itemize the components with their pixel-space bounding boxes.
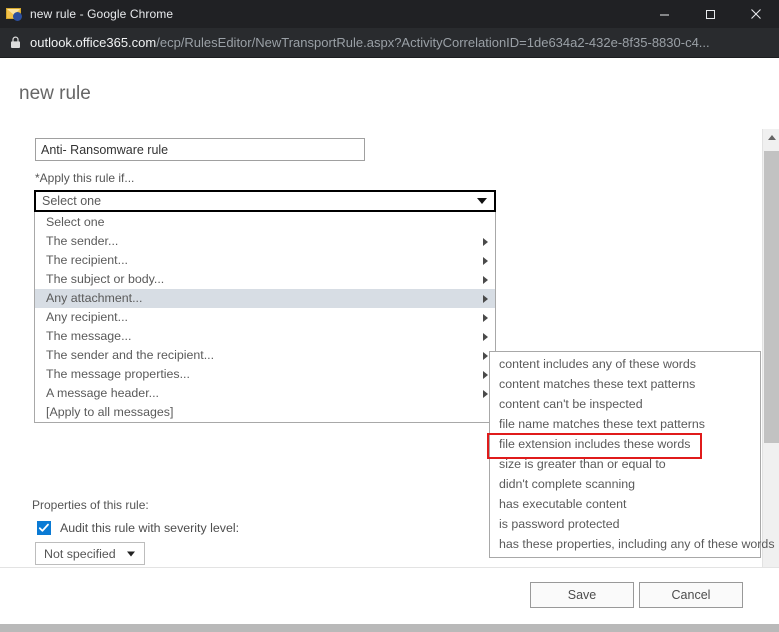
chevron-up-icon xyxy=(767,135,776,140)
condition-dropdown-list: Select one The sender... The recipient..… xyxy=(34,212,496,423)
condition-select-value: Select one xyxy=(42,194,102,208)
dropdown-option-label: [Apply to all messages] xyxy=(46,405,174,419)
chevron-down-icon xyxy=(477,198,487,204)
submenu-option[interactable]: content matches these text patterns xyxy=(490,374,760,394)
submenu-option-label: file extension includes these words xyxy=(499,437,691,451)
submenu-option[interactable]: is password protected xyxy=(490,514,760,534)
window-controls xyxy=(641,0,779,28)
dialog-footer: Save Cancel xyxy=(0,567,779,632)
minimize-button[interactable] xyxy=(641,0,687,28)
dropdown-option-label: The recipient... xyxy=(46,253,128,267)
submenu-option-label: has these properties, including any of t… xyxy=(499,537,775,551)
submenu-option[interactable]: file name matches these text patterns xyxy=(490,414,760,434)
dropdown-option[interactable]: The message... xyxy=(35,327,495,346)
chevron-right-icon xyxy=(483,351,488,360)
dropdown-option-label: The message properties... xyxy=(46,367,190,381)
dropdown-option[interactable]: A message header... xyxy=(35,384,495,403)
severity-select-value: Not specified xyxy=(44,546,116,561)
submenu-option[interactable]: has executable content xyxy=(490,494,760,514)
chrome-window: new rule - Google Chrome outlook.office3… xyxy=(0,0,779,632)
submenu-option[interactable]: didn't complete scanning xyxy=(490,474,760,494)
dropdown-option[interactable]: The message properties... xyxy=(35,365,495,384)
url-host: outlook.office365.com xyxy=(30,35,157,50)
chevron-right-icon xyxy=(483,370,488,379)
chevron-right-icon xyxy=(483,294,488,303)
dropdown-option-label: The message... xyxy=(46,329,132,343)
url-text: outlook.office365.com/ecp/RulesEditor/Ne… xyxy=(30,35,710,50)
envelope-icon xyxy=(6,6,22,22)
dropdown-option-label: The sender and the recipient... xyxy=(46,348,215,362)
submenu-option[interactable]: has these properties, including any of t… xyxy=(490,534,775,554)
audit-checkbox[interactable] xyxy=(37,521,51,535)
submenu-option[interactable]: size is greater than or equal to xyxy=(490,454,760,474)
severity-select[interactable]: Not specified xyxy=(35,542,145,565)
submenu-option-label: content matches these text patterns xyxy=(499,377,696,391)
dropdown-option[interactable]: The sender and the recipient... xyxy=(35,346,495,365)
dropdown-option[interactable]: [Apply to all messages] xyxy=(35,403,495,422)
submenu-option-label: has executable content xyxy=(499,497,627,511)
attachment-submenu: content includes any of these words cont… xyxy=(487,351,775,558)
submenu-option-label: size is greater than or equal to xyxy=(499,457,666,471)
submenu-option-file-extension[interactable]: file extension includes these words xyxy=(487,433,760,459)
cancel-button[interactable]: Cancel xyxy=(639,582,743,608)
page-content: new rule *Apply this rule if... Select o… xyxy=(0,59,779,632)
condition-select[interactable]: Select one xyxy=(34,190,496,212)
save-button[interactable]: Save xyxy=(530,582,634,608)
dropdown-option[interactable]: The subject or body... xyxy=(35,270,495,289)
submenu-option[interactable]: content can't be inspected xyxy=(490,394,760,414)
close-button[interactable] xyxy=(733,0,779,28)
dropdown-option[interactable]: The recipient... xyxy=(35,251,495,270)
dropdown-option-label: Any recipient... xyxy=(46,310,128,324)
chevron-right-icon xyxy=(483,237,488,246)
dropdown-option-label: Select one xyxy=(46,215,105,229)
dropdown-option[interactable]: Any recipient... xyxy=(35,308,495,327)
rule-name-input[interactable] xyxy=(35,138,365,161)
submenu-option-label: file name matches these text patterns xyxy=(499,417,705,431)
dropdown-option-label: The sender... xyxy=(46,234,119,248)
omnibox[interactable]: outlook.office365.com/ecp/RulesEditor/Ne… xyxy=(0,28,779,58)
audit-checkbox-row[interactable]: Audit this rule with severity level: xyxy=(37,521,239,535)
url-path: /ecp/RulesEditor/NewTransportRule.aspx?A… xyxy=(156,35,710,50)
chevron-right-icon xyxy=(483,389,488,398)
dropdown-option-label: The subject or body... xyxy=(46,272,165,286)
window-title: new rule - Google Chrome xyxy=(30,7,174,21)
submenu-option[interactable]: content includes any of these words xyxy=(490,354,760,374)
chevron-down-icon xyxy=(127,551,135,556)
lock-icon xyxy=(10,36,21,49)
page-title: new rule xyxy=(19,83,91,104)
scrollbar-thumb[interactable] xyxy=(764,151,779,443)
maximize-button[interactable] xyxy=(687,0,733,28)
dropdown-option[interactable]: The sender... xyxy=(35,232,495,251)
chevron-right-icon xyxy=(483,313,488,322)
dropdown-option[interactable]: Select one xyxy=(35,213,495,232)
dropdown-option-any-attachment[interactable]: Any attachment... xyxy=(35,289,495,308)
window-titlebar: new rule - Google Chrome xyxy=(0,0,779,28)
submenu-option-label: didn't complete scanning xyxy=(499,477,635,491)
submenu-option-label: content can't be inspected xyxy=(499,397,643,411)
dropdown-option-label: A message header... xyxy=(46,386,159,400)
apply-rule-label: *Apply this rule if... xyxy=(35,171,135,185)
window-bottom-strip xyxy=(0,624,779,632)
properties-label: Properties of this rule: xyxy=(32,498,149,512)
audit-checkbox-label: Audit this rule with severity level: xyxy=(60,521,240,535)
chevron-right-icon xyxy=(483,275,488,284)
chevron-right-icon xyxy=(483,332,488,341)
dropdown-option-label: Any attachment... xyxy=(46,291,143,305)
submenu-option-label: content includes any of these words xyxy=(499,357,696,371)
chevron-right-icon xyxy=(483,256,488,265)
submenu-option-label: is password protected xyxy=(499,517,620,531)
scroll-up-button[interactable] xyxy=(763,129,779,146)
